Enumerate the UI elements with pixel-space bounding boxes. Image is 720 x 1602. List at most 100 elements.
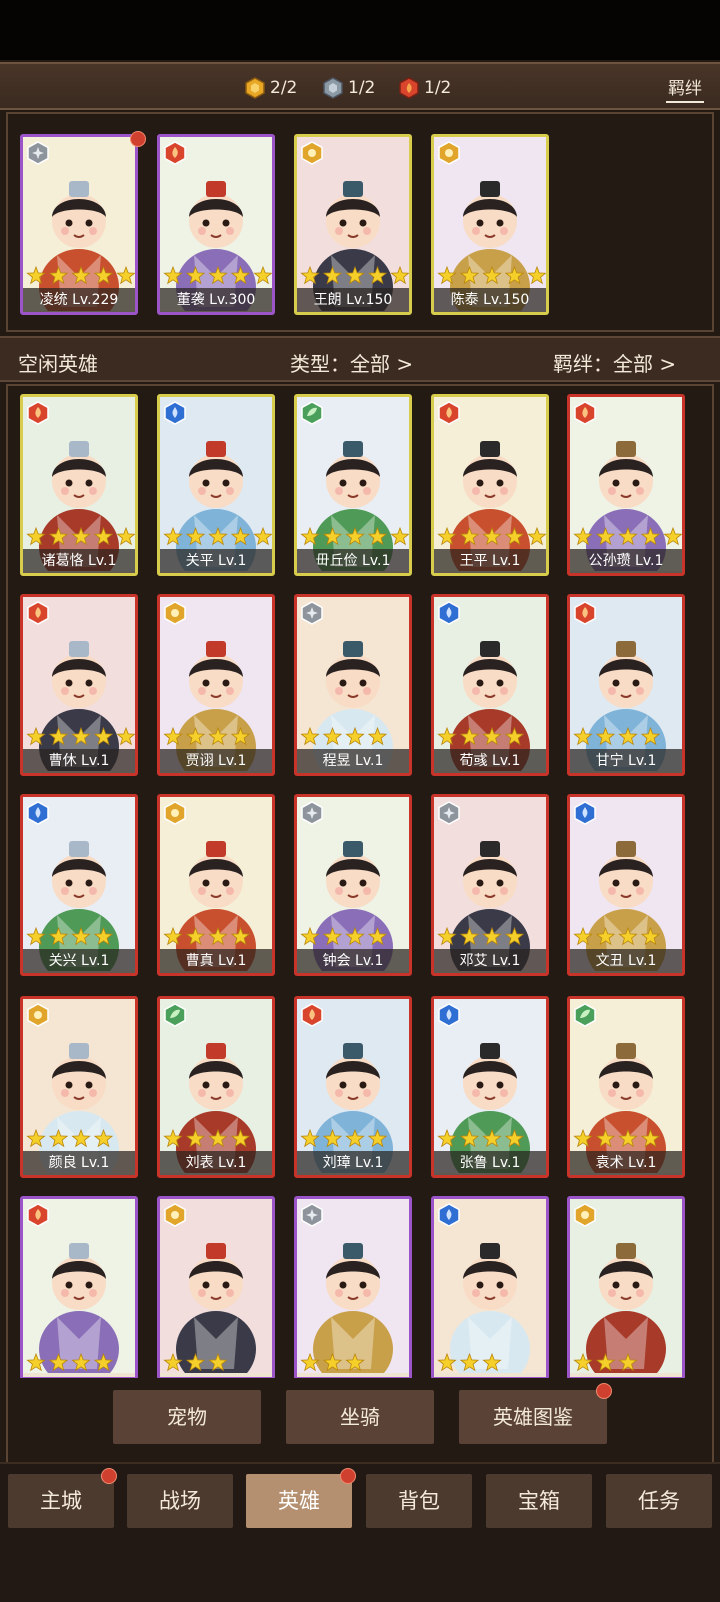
blue-element-icon <box>438 1203 460 1227</box>
star-rating <box>573 527 682 546</box>
hero-card[interactable]: 钟会 Lv.1 <box>294 794 412 976</box>
hero-card[interactable]: 曹休 Lv.1 <box>20 594 138 776</box>
hero-name-label: 刘璋 Lv.1 <box>297 1151 409 1175</box>
star-icon <box>437 1353 457 1372</box>
hero-card[interactable]: 刘璋 Lv.1 <box>294 996 412 1178</box>
nav-battlefield[interactable]: 战场 <box>127 1474 233 1528</box>
hero-card[interactable]: 张鲁 Lv.1 <box>431 996 549 1178</box>
hero-card[interactable] <box>567 1196 685 1380</box>
star-icon <box>367 727 388 746</box>
star-icon <box>504 527 525 546</box>
hero-codex-button[interactable]: 英雄图鉴 <box>459 1390 607 1444</box>
star-icon <box>437 927 457 946</box>
star-icon <box>300 1353 320 1372</box>
star-icon <box>367 266 388 285</box>
hero-card[interactable]: 颜良 Lv.1 <box>20 996 138 1178</box>
hero-card[interactable]: 曹真 Lv.1 <box>157 794 275 976</box>
hero-card[interactable] <box>20 1196 138 1380</box>
star-icon <box>185 1129 206 1148</box>
star-icon <box>253 266 272 285</box>
star-icon <box>367 527 388 546</box>
star-icon <box>230 266 251 285</box>
star-icon <box>71 1353 91 1372</box>
mount-button[interactable]: 坐骑 <box>286 1390 434 1444</box>
star-rating <box>437 266 546 285</box>
star-icon <box>116 527 135 546</box>
blue-element-icon <box>574 801 596 825</box>
hero-card[interactable]: 关兴 Lv.1 <box>20 794 138 976</box>
star-icon <box>504 266 525 285</box>
hero-card[interactable] <box>157 1196 275 1380</box>
idle-heroes-title: 空闲英雄 <box>18 352 98 376</box>
hero-card[interactable]: 公孙瓒 Lv.1 <box>567 394 685 576</box>
hero-name-label: 文丑 Lv.1 <box>570 949 682 973</box>
star-icon <box>322 527 343 546</box>
hero-card[interactable]: 王平 Lv.1 <box>431 394 549 576</box>
silver-element-icon <box>301 801 323 825</box>
star-icon <box>573 927 593 946</box>
star-icon <box>595 927 616 946</box>
silver-count: 1/2 <box>348 78 376 98</box>
hero-card[interactable]: 程昱 Lv.1 <box>294 594 412 776</box>
star-icon <box>482 266 502 285</box>
type-filter[interactable]: 类型：全部 > <box>290 348 413 377</box>
hero-card[interactable]: 关平 Lv.1 <box>157 394 275 576</box>
star-icon <box>230 1129 251 1148</box>
red-element-icon <box>27 401 49 425</box>
hero-card[interactable]: 董袭 Lv.300 <box>157 134 275 315</box>
bond-filter[interactable]: 羁绊：全部 > <box>553 348 676 377</box>
nav-heroes[interactable]: 英雄 <box>246 1474 352 1528</box>
pet-button[interactable]: 宠物 <box>113 1390 261 1444</box>
star-rating <box>26 1353 114 1372</box>
green-element-icon <box>164 1003 186 1027</box>
star-icon <box>618 527 638 546</box>
hero-card[interactable]: 贾诩 Lv.1 <box>157 594 275 776</box>
star-icon <box>116 727 135 746</box>
star-icon <box>345 527 365 546</box>
hero-card[interactable]: 陈泰 Lv.150 <box>431 134 549 315</box>
star-icon <box>482 1129 502 1148</box>
nav-treasure-chest[interactable]: 宝箱 <box>486 1474 592 1528</box>
nav-tasks[interactable]: 任务 <box>606 1474 712 1528</box>
star-icon <box>163 1129 183 1148</box>
star-rating <box>163 1129 251 1148</box>
star-icon <box>640 927 661 946</box>
resource-bar: 2/2 1/2 1/2 羁绊 <box>0 62 720 110</box>
hero-name-label: 钟会 Lv.1 <box>297 949 409 973</box>
star-icon <box>93 1353 114 1372</box>
hero-card[interactable]: 甘宁 Lv.1 <box>567 594 685 776</box>
hero-card[interactable]: 袁术 Lv.1 <box>567 996 685 1178</box>
star-icon <box>26 927 46 946</box>
hero-name-label: 张鲁 Lv.1 <box>434 1151 546 1175</box>
star-icon <box>322 266 343 285</box>
star-icon <box>437 266 457 285</box>
blue-element-icon <box>164 401 186 425</box>
star-icon <box>93 727 114 746</box>
bond-link[interactable]: 羁绊 <box>666 74 704 103</box>
star-icon <box>618 1129 638 1148</box>
hero-name-label: 颜良 Lv.1 <box>23 1151 135 1175</box>
star-icon <box>163 1353 183 1372</box>
hero-card[interactable]: 邓艾 Lv.1 <box>431 794 549 976</box>
star-icon <box>437 527 457 546</box>
nav-main-city[interactable]: 主城 <box>8 1474 114 1528</box>
hero-card[interactable] <box>431 1196 549 1380</box>
star-icon <box>345 1353 365 1372</box>
nav-backpack[interactable]: 背包 <box>366 1474 472 1528</box>
hero-card[interactable]: 刘表 Lv.1 <box>157 996 275 1178</box>
hero-name-label: 诸葛恪 Lv.1 <box>23 549 135 573</box>
star-icon <box>208 1129 228 1148</box>
hero-card[interactable]: 王朗 Lv.150 <box>294 134 412 315</box>
hero-card[interactable]: 诸葛恪 Lv.1 <box>20 394 138 576</box>
hero-card[interactable]: 文丑 Lv.1 <box>567 794 685 976</box>
star-icon <box>26 727 46 746</box>
star-rating <box>163 727 251 746</box>
gold-element-icon <box>27 1003 49 1027</box>
star-icon <box>93 1129 114 1148</box>
star-rating <box>163 927 251 946</box>
hero-card[interactable] <box>294 1196 412 1380</box>
hero-card[interactable]: 荀彧 Lv.1 <box>431 594 549 776</box>
hero-card[interactable]: 凌统 Lv.229 <box>20 134 138 315</box>
star-icon <box>482 727 502 746</box>
hero-card[interactable]: 毌丘俭 Lv.1 <box>294 394 412 576</box>
